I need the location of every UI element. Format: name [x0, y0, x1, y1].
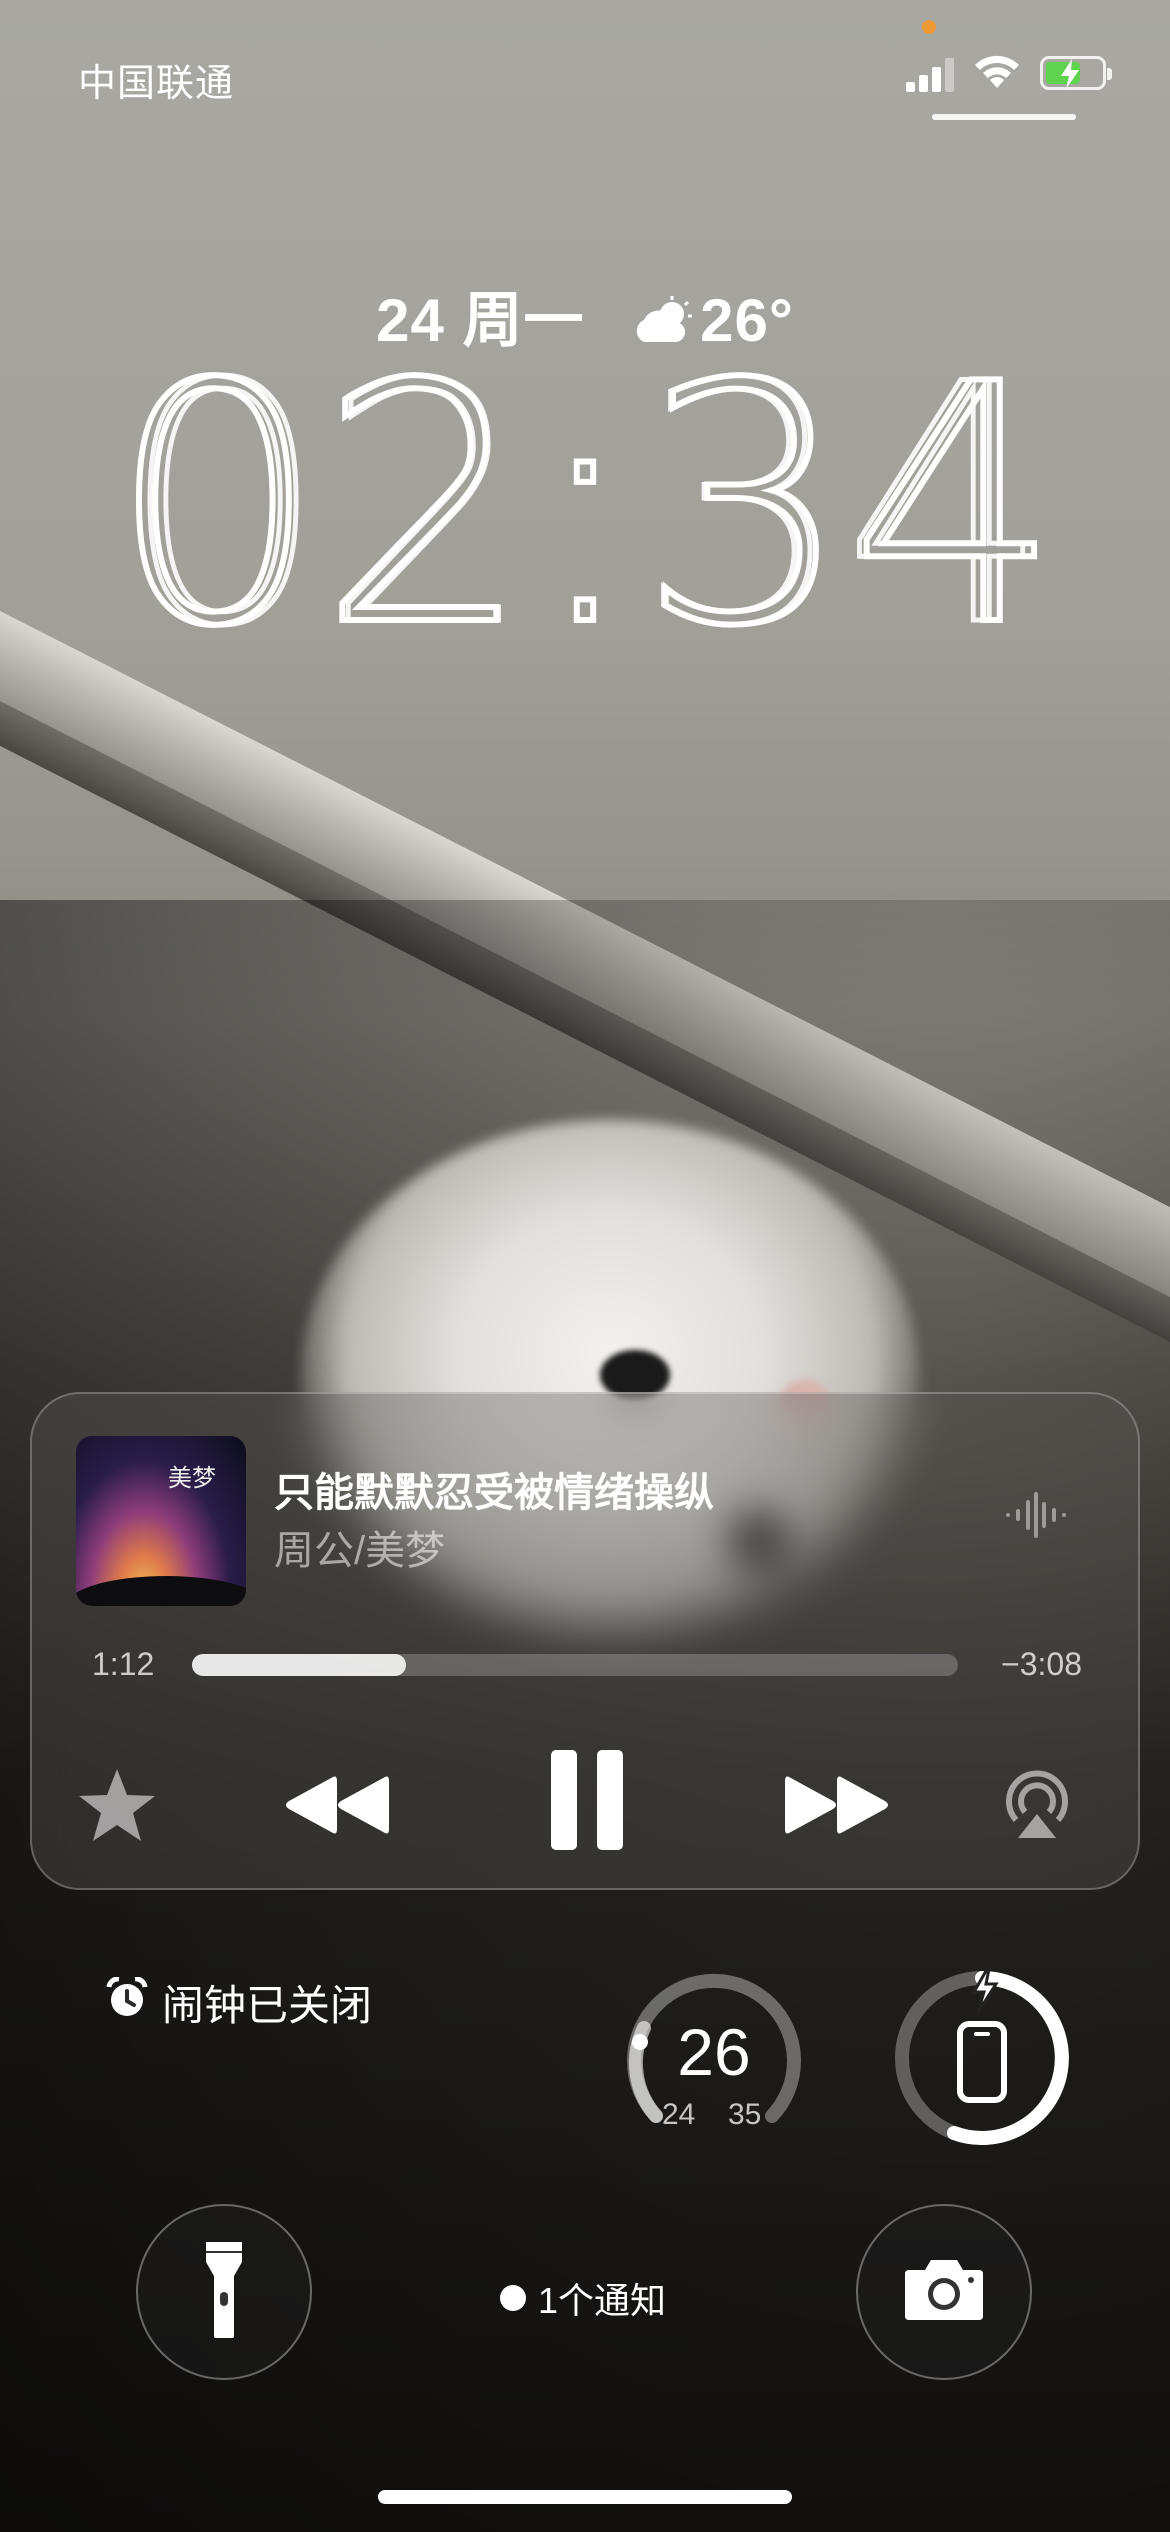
song-title: 只能默默忍受被情绪操纵: [274, 1471, 714, 1515]
elapsed-time: 1:12: [92, 1646, 155, 1682]
battery-widget[interactable]: [892, 1968, 1072, 2148]
notification-indicator[interactable]: 1个通知: [500, 2272, 666, 2324]
playback-scrubber[interactable]: [192, 1654, 958, 1676]
camera-icon: [903, 2258, 985, 2327]
clock-time-outline: 02:34: [121, 330, 1048, 650]
temperature-high: 35: [728, 2098, 762, 2131]
notification-count-text: 1个通知: [538, 2280, 667, 2321]
alarm-widget[interactable]: 闹钟已关闭: [106, 1972, 372, 2033]
playback-progress-fill: [192, 1654, 407, 1676]
rewind-icon[interactable]: [282, 1760, 392, 1850]
album-art-title: 美梦: [168, 1464, 216, 1492]
notification-dot: [500, 2285, 526, 2311]
camera-button[interactable]: [856, 2204, 1032, 2380]
signal-icon: [906, 56, 954, 92]
pause-icon[interactable]: [532, 1740, 642, 1860]
privacy-indicator-dot: [922, 20, 936, 34]
control-center-grabber[interactable]: [932, 114, 1076, 120]
airplay-icon[interactable]: [992, 1760, 1082, 1850]
lock-screen-clock[interactable]: 02:34 02:34: [100, 330, 1070, 650]
song-artist: 周公/美梦: [274, 1529, 446, 1573]
remaining-time: −3:08: [1001, 1646, 1082, 1682]
home-indicator[interactable]: [378, 2490, 792, 2504]
carrier-label: 中国联通: [78, 63, 235, 105]
status-bar: 中国联通: [0, 0, 1170, 130]
now-playing-widget[interactable]: 美梦 只能默默忍受被情绪操纵 周公/美梦 1:12 −3:08: [30, 1392, 1140, 1890]
flashlight-button[interactable]: [136, 2204, 312, 2380]
album-art[interactable]: 美梦: [76, 1436, 246, 1606]
wifi-icon: [972, 52, 1022, 95]
star-icon[interactable]: [72, 1760, 162, 1850]
temperature-low: 24: [662, 2098, 696, 2131]
alarm-status-text: 闹钟已关闭: [162, 1982, 373, 2029]
forward-icon[interactable]: [782, 1760, 892, 1850]
battery-charging-icon: [1040, 56, 1112, 90]
temperature-current: 26: [677, 2015, 751, 2089]
flashlight-icon: [204, 2240, 244, 2345]
alarm-clock-icon: [106, 1975, 148, 2029]
waveform-icon: [1004, 1490, 1068, 1545]
